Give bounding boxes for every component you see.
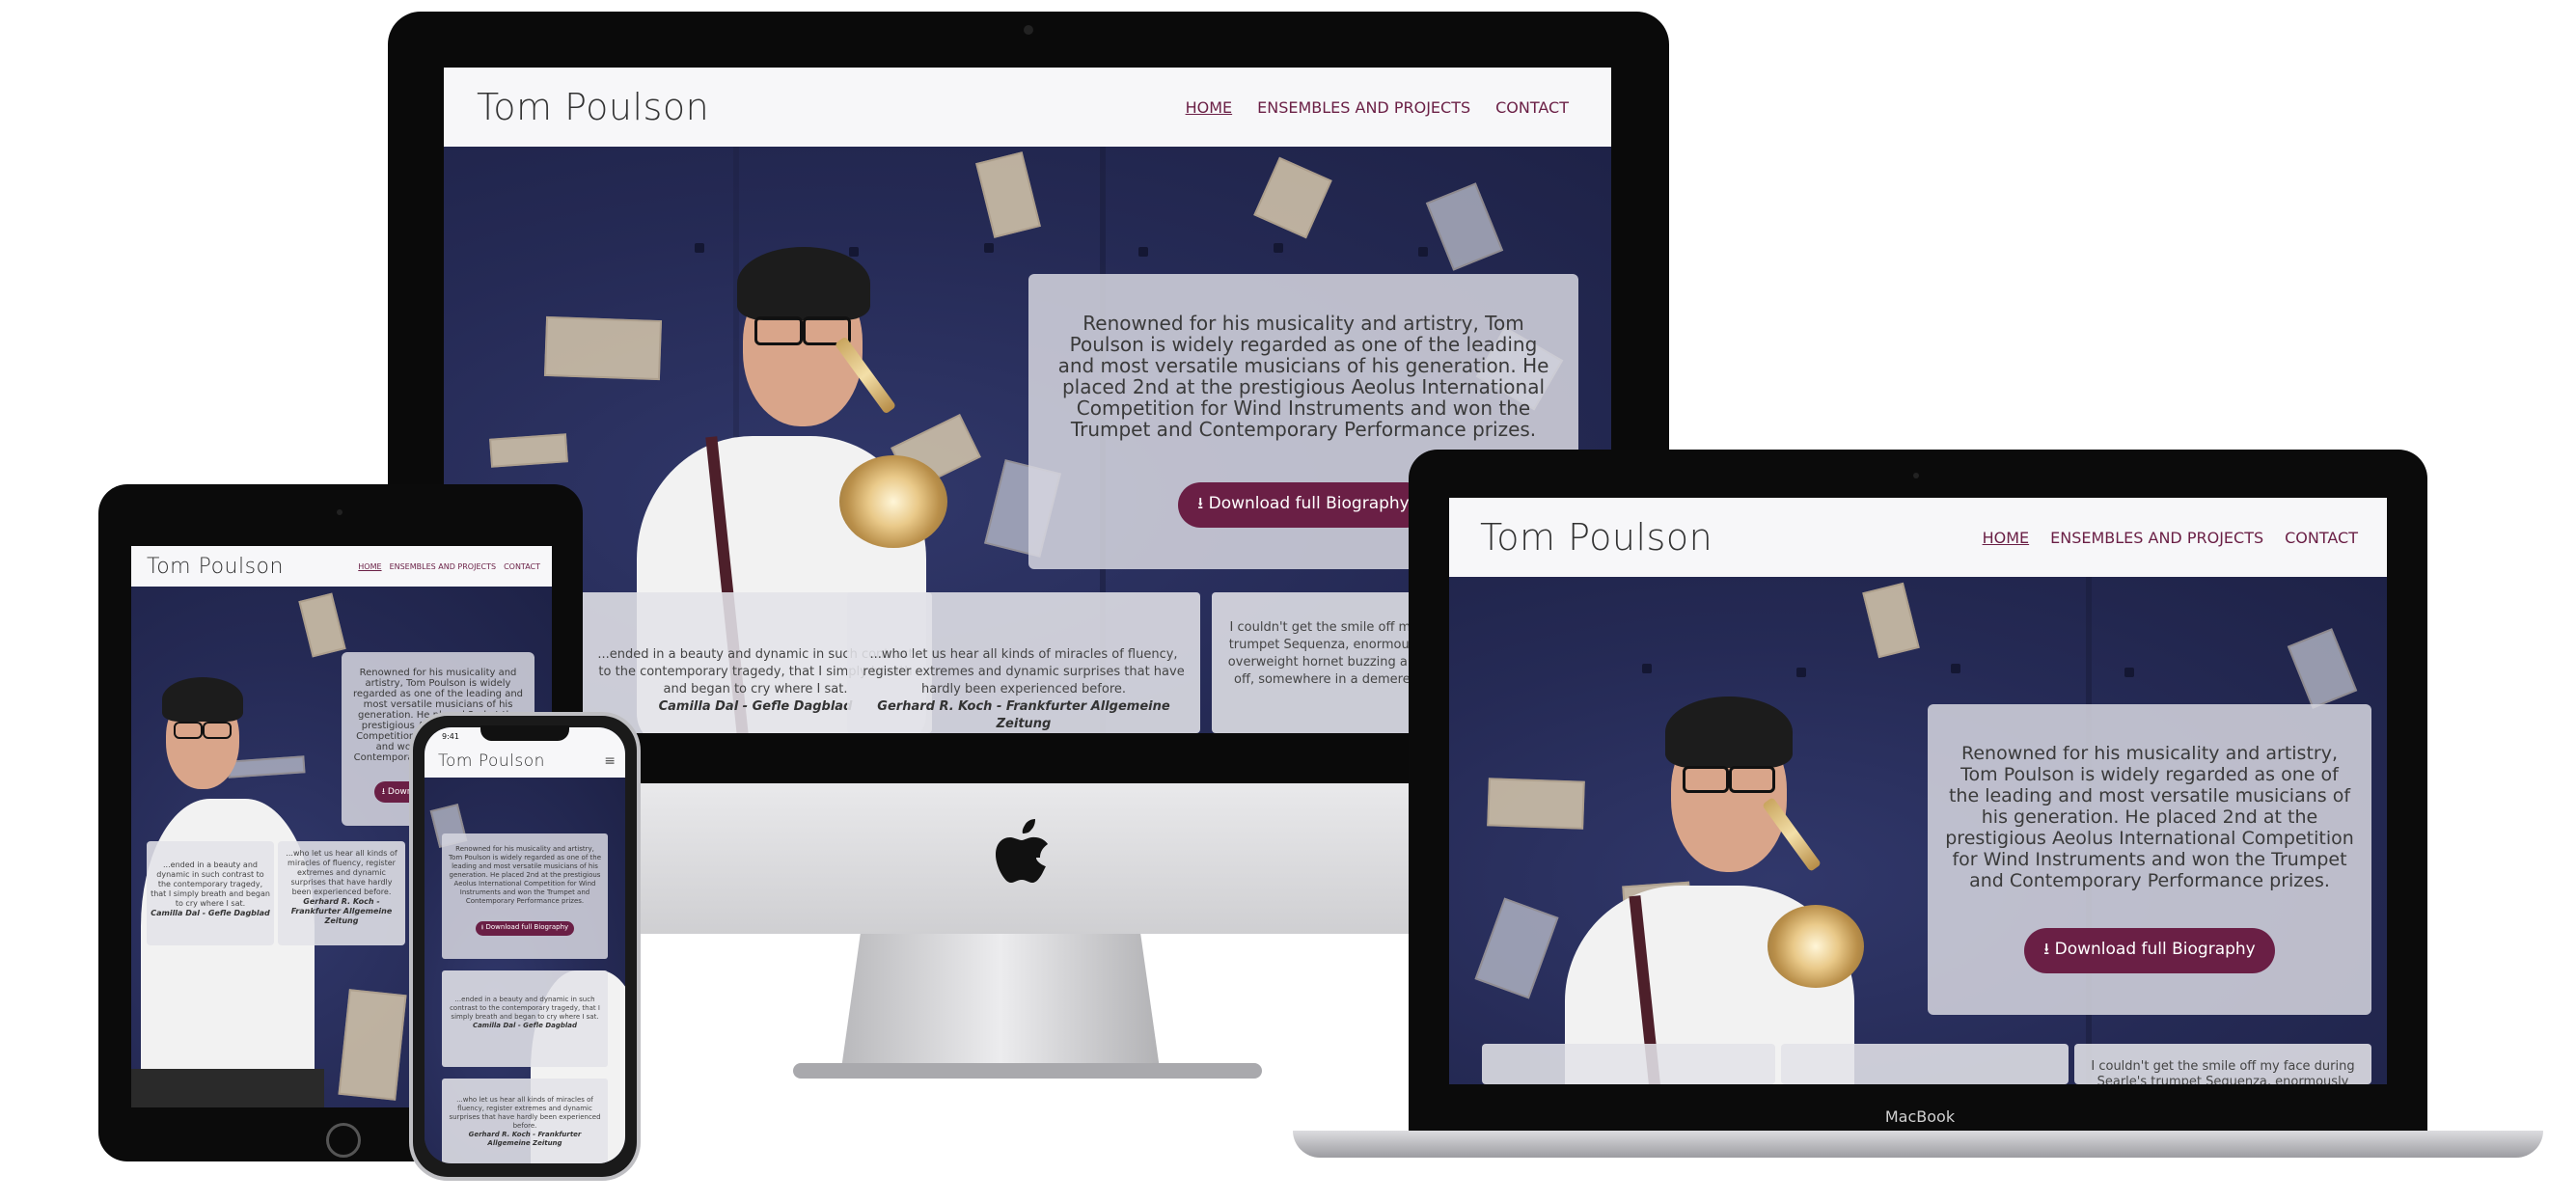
site-brand[interactable]: Tom Poulson xyxy=(477,86,709,128)
tablet-quote-card-2: ...who let us hear all kinds of miracles… xyxy=(278,841,405,945)
tablet-nav-contact[interactable]: CONTACT xyxy=(504,562,540,571)
phone-site-brand[interactable]: Tom Poulson xyxy=(438,751,545,771)
phone-bio-text: Renowned for his musicality and artistry… xyxy=(449,845,601,905)
tablet-site-nav: HOME ENSEMBLES AND PROJECTS CONTACT xyxy=(358,562,540,571)
tablet-site-header: Tom Poulson HOME ENSEMBLES AND PROJECTS … xyxy=(131,546,552,587)
laptop-nav-home[interactable]: HOME xyxy=(1983,529,2030,547)
laptop-nav-contact[interactable]: CONTACT xyxy=(2285,529,2358,547)
laptop-label: MacBook xyxy=(1884,1107,1956,1126)
laptop-quote-card-1 xyxy=(1482,1044,1775,1084)
phone-screen: 9:41 Tom Poulson ≡ Renowned for his musi… xyxy=(425,727,625,1163)
laptop-download-icon: ⭳ xyxy=(2043,940,2055,959)
quote-text-2: ...who let us hear all kinds of miracles… xyxy=(863,647,1185,697)
tablet-quote-author-2: Gerhard R. Koch - Frankfurter Allgemeine… xyxy=(290,897,393,925)
phone-time: 9:41 xyxy=(442,731,459,741)
phone-notch xyxy=(480,725,569,741)
laptop-camera xyxy=(1913,473,1919,478)
nav-ensembles[interactable]: ENSEMBLES AND PROJECTS xyxy=(1257,98,1470,117)
nav-contact[interactable]: CONTACT xyxy=(1495,98,1569,117)
laptop-site-brand[interactable]: Tom Poulson xyxy=(1480,516,1713,559)
laptop-bio-text: Renowned for his musicality and artistry… xyxy=(1945,743,2354,891)
tablet-home-button[interactable] xyxy=(326,1123,361,1158)
phone-quote-text-1: ...ended in a beauty and dynamic in such… xyxy=(450,996,600,1021)
tablet-quote-text-1: ...ended in a beauty and dynamic in such… xyxy=(151,861,270,908)
phone-quote-card-1: ...ended in a beauty and dynamic in such… xyxy=(442,970,608,1067)
phone-bio-card: Renowned for his musicality and artistry… xyxy=(442,833,608,959)
quote-card-2: ...who let us hear all kinds of miracles… xyxy=(847,592,1200,733)
phone-quote-text-2: ...who let us hear all kinds of miracles… xyxy=(449,1096,601,1130)
apple-logo-icon xyxy=(996,819,1048,883)
bio-text: Renowned for his musicality and artistry… xyxy=(1057,312,1549,441)
tablet-quote-author-1: Camilla Dal - Gefle Dagblad xyxy=(151,909,270,917)
imac-foot xyxy=(793,1063,1262,1079)
laptop-download-biography-label: Download full Biography xyxy=(2054,940,2256,959)
laptop-trumpet-bell xyxy=(1768,905,1864,988)
download-icon: ⭳ xyxy=(1197,494,1209,513)
phone-download-biography-label: Download full Biography xyxy=(485,923,569,931)
download-biography-label: Download full Biography xyxy=(1208,494,1410,513)
quote-author-2: Gerhard R. Koch - Frankfurter Allgemeine… xyxy=(877,699,1170,731)
download-biography-button[interactable]: ⭳ Download full Biography xyxy=(1178,482,1429,528)
tablet-camera xyxy=(337,509,343,515)
site-header: Tom Poulson HOME ENSEMBLES AND PROJECTS … xyxy=(444,68,1611,147)
phone-quote-author-2: Gerhard R. Koch - Frankfurter Allgemeine… xyxy=(468,1131,582,1147)
tablet-quote-card-1: ...ended in a beauty and dynamic in such… xyxy=(147,841,274,945)
nav-home[interactable]: HOME xyxy=(1186,98,1233,117)
phone-download-biography-button[interactable]: ⭳ Download full Biography xyxy=(475,921,575,936)
tablet-site-brand[interactable]: Tom Poulson xyxy=(147,555,284,579)
tablet-quote-text-2: ...who let us hear all kinds of miracles… xyxy=(286,849,397,896)
phone-quote-card-2: ...who let us hear all kinds of miracles… xyxy=(442,1079,608,1163)
laptop-site-nav: HOME ENSEMBLES AND PROJECTS CONTACT xyxy=(1983,529,2358,547)
laptop-nav-ensembles[interactable]: ENSEMBLES AND PROJECTS xyxy=(2050,529,2263,547)
laptop-quote-text-3: I couldn't get the smile off my face dur… xyxy=(2091,1059,2355,1084)
laptop-bio-card: Renowned for his musicality and artistry… xyxy=(1928,704,2371,1015)
tablet-nav-home[interactable]: HOME xyxy=(358,562,381,571)
imac-stand xyxy=(841,934,1160,1069)
imac-camera xyxy=(1024,25,1033,35)
laptop-download-biography-button[interactable]: ⭳ Download full Biography xyxy=(2024,928,2275,973)
laptop-quote-card-3: I couldn't get the smile off my face dur… xyxy=(2074,1044,2371,1084)
tablet-nav-ensembles[interactable]: ENSEMBLES AND PROJECTS xyxy=(390,562,497,571)
laptop-screen: Tom Poulson HOME ENSEMBLES AND PROJECTS … xyxy=(1449,498,2387,1084)
site-nav: HOME ENSEMBLES AND PROJECTS CONTACT xyxy=(1186,98,1569,117)
hamburger-menu-icon[interactable]: ≡ xyxy=(604,753,616,769)
laptop-quote-card-2 xyxy=(1781,1044,2069,1084)
phone-quote-author-1: Camilla Dal - Gefle Dagblad xyxy=(472,1022,578,1029)
laptop-site-header: Tom Poulson HOME ENSEMBLES AND PROJECTS … xyxy=(1449,498,2387,577)
laptop-base xyxy=(1293,1131,2543,1158)
phone-site-header: Tom Poulson ≡ xyxy=(425,745,625,778)
trumpet-bell xyxy=(839,455,947,548)
